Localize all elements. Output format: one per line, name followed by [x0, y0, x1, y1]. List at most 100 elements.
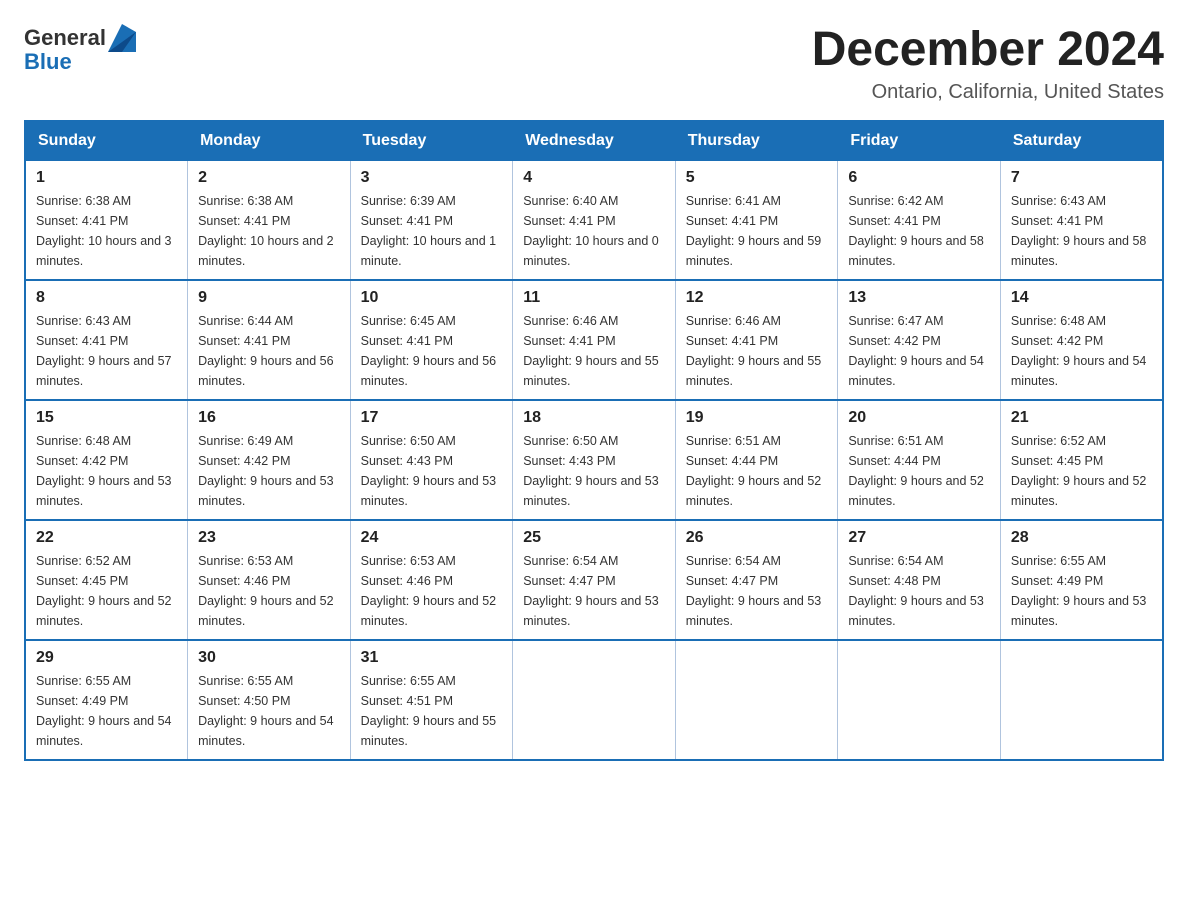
day-number: 16 [198, 409, 340, 427]
calendar-cell: 4 Sunrise: 6:40 AM Sunset: 4:41 PM Dayli… [513, 160, 676, 280]
calendar-week-row-5: 29 Sunrise: 6:55 AM Sunset: 4:49 PM Dayl… [25, 640, 1163, 760]
sunrise-label: Sunrise: 6:38 AM [36, 194, 131, 208]
day-info: Sunrise: 6:44 AM Sunset: 4:41 PM Dayligh… [198, 311, 340, 391]
calendar-cell: 10 Sunrise: 6:45 AM Sunset: 4:41 PM Dayl… [350, 280, 513, 400]
day-info: Sunrise: 6:51 AM Sunset: 4:44 PM Dayligh… [848, 431, 990, 511]
daylight-label: Daylight: 9 hours and 53 minutes. [361, 474, 497, 508]
day-info: Sunrise: 6:52 AM Sunset: 4:45 PM Dayligh… [1011, 431, 1152, 511]
sunset-label: Sunset: 4:51 PM [361, 694, 453, 708]
sunrise-label: Sunrise: 6:53 AM [361, 554, 456, 568]
daylight-label: Daylight: 10 hours and 3 minutes. [36, 234, 172, 268]
page-header: General Blue December 2024 Ontario, Cali… [24, 24, 1164, 104]
sunset-label: Sunset: 4:41 PM [36, 214, 128, 228]
sunset-label: Sunset: 4:43 PM [361, 454, 453, 468]
sunrise-label: Sunrise: 6:50 AM [361, 434, 456, 448]
sunset-label: Sunset: 4:41 PM [686, 214, 778, 228]
sunrise-label: Sunrise: 6:54 AM [848, 554, 943, 568]
calendar-cell: 24 Sunrise: 6:53 AM Sunset: 4:46 PM Dayl… [350, 520, 513, 640]
day-info: Sunrise: 6:50 AM Sunset: 4:43 PM Dayligh… [361, 431, 503, 511]
daylight-label: Daylight: 9 hours and 56 minutes. [198, 354, 334, 388]
calendar-cell [838, 640, 1001, 760]
sunrise-label: Sunrise: 6:52 AM [1011, 434, 1106, 448]
calendar-cell: 23 Sunrise: 6:53 AM Sunset: 4:46 PM Dayl… [188, 520, 351, 640]
day-info: Sunrise: 6:53 AM Sunset: 4:46 PM Dayligh… [198, 551, 340, 631]
day-number: 22 [36, 529, 177, 547]
day-number: 1 [36, 169, 177, 187]
daylight-label: Daylight: 9 hours and 54 minutes. [36, 714, 172, 748]
daylight-label: Daylight: 9 hours and 53 minutes. [198, 474, 334, 508]
sunrise-label: Sunrise: 6:48 AM [1011, 314, 1106, 328]
calendar-cell: 16 Sunrise: 6:49 AM Sunset: 4:42 PM Dayl… [188, 400, 351, 520]
calendar-cell: 9 Sunrise: 6:44 AM Sunset: 4:41 PM Dayli… [188, 280, 351, 400]
sunrise-label: Sunrise: 6:55 AM [198, 674, 293, 688]
daylight-label: Daylight: 10 hours and 1 minute. [361, 234, 497, 268]
sunrise-label: Sunrise: 6:55 AM [1011, 554, 1106, 568]
sunset-label: Sunset: 4:45 PM [36, 574, 128, 588]
sunset-label: Sunset: 4:45 PM [1011, 454, 1103, 468]
daylight-label: Daylight: 9 hours and 53 minutes. [523, 474, 659, 508]
daylight-label: Daylight: 9 hours and 57 minutes. [36, 354, 172, 388]
sunrise-label: Sunrise: 6:54 AM [686, 554, 781, 568]
sunset-label: Sunset: 4:49 PM [36, 694, 128, 708]
sunrise-label: Sunrise: 6:50 AM [523, 434, 618, 448]
sunrise-label: Sunrise: 6:44 AM [198, 314, 293, 328]
calendar-cell: 25 Sunrise: 6:54 AM Sunset: 4:47 PM Dayl… [513, 520, 676, 640]
day-number: 14 [1011, 289, 1152, 307]
sunset-label: Sunset: 4:44 PM [686, 454, 778, 468]
day-info: Sunrise: 6:38 AM Sunset: 4:41 PM Dayligh… [198, 191, 340, 271]
day-number: 8 [36, 289, 177, 307]
calendar-table: Sunday Monday Tuesday Wednesday Thursday… [24, 120, 1164, 761]
calendar-week-row-1: 1 Sunrise: 6:38 AM Sunset: 4:41 PM Dayli… [25, 160, 1163, 280]
sunrise-label: Sunrise: 6:47 AM [848, 314, 943, 328]
sunset-label: Sunset: 4:41 PM [198, 334, 290, 348]
calendar-cell [675, 640, 838, 760]
day-number: 20 [848, 409, 990, 427]
sunset-label: Sunset: 4:46 PM [198, 574, 290, 588]
sunset-label: Sunset: 4:43 PM [523, 454, 615, 468]
daylight-label: Daylight: 9 hours and 53 minutes. [523, 594, 659, 628]
sunset-label: Sunset: 4:50 PM [198, 694, 290, 708]
header-tuesday: Tuesday [350, 121, 513, 161]
sunrise-label: Sunrise: 6:48 AM [36, 434, 131, 448]
daylight-label: Daylight: 9 hours and 54 minutes. [1011, 354, 1147, 388]
day-info: Sunrise: 6:53 AM Sunset: 4:46 PM Dayligh… [361, 551, 503, 631]
sunset-label: Sunset: 4:46 PM [361, 574, 453, 588]
day-number: 9 [198, 289, 340, 307]
location-subtitle: Ontario, California, United States [812, 81, 1164, 104]
sunrise-label: Sunrise: 6:54 AM [523, 554, 618, 568]
day-number: 12 [686, 289, 828, 307]
daylight-label: Daylight: 9 hours and 54 minutes. [198, 714, 334, 748]
day-number: 17 [361, 409, 503, 427]
daylight-label: Daylight: 9 hours and 55 minutes. [523, 354, 659, 388]
daylight-label: Daylight: 10 hours and 2 minutes. [198, 234, 334, 268]
daylight-label: Daylight: 9 hours and 58 minutes. [1011, 234, 1147, 268]
sunset-label: Sunset: 4:41 PM [686, 334, 778, 348]
day-info: Sunrise: 6:41 AM Sunset: 4:41 PM Dayligh… [686, 191, 828, 271]
sunset-label: Sunset: 4:42 PM [848, 334, 940, 348]
calendar-cell [1000, 640, 1163, 760]
day-number: 30 [198, 649, 340, 667]
calendar-cell: 5 Sunrise: 6:41 AM Sunset: 4:41 PM Dayli… [675, 160, 838, 280]
daylight-label: Daylight: 9 hours and 53 minutes. [848, 594, 984, 628]
sunrise-label: Sunrise: 6:43 AM [36, 314, 131, 328]
calendar-cell: 26 Sunrise: 6:54 AM Sunset: 4:47 PM Dayl… [675, 520, 838, 640]
daylight-label: Daylight: 9 hours and 53 minutes. [36, 474, 172, 508]
sunrise-label: Sunrise: 6:51 AM [848, 434, 943, 448]
calendar-week-row-2: 8 Sunrise: 6:43 AM Sunset: 4:41 PM Dayli… [25, 280, 1163, 400]
daylight-label: Daylight: 9 hours and 53 minutes. [1011, 594, 1147, 628]
sunset-label: Sunset: 4:47 PM [686, 574, 778, 588]
calendar-cell: 21 Sunrise: 6:52 AM Sunset: 4:45 PM Dayl… [1000, 400, 1163, 520]
logo-text-general: General [24, 26, 106, 50]
daylight-label: Daylight: 9 hours and 59 minutes. [686, 234, 822, 268]
sunrise-label: Sunrise: 6:43 AM [1011, 194, 1106, 208]
day-number: 3 [361, 169, 503, 187]
daylight-label: Daylight: 9 hours and 55 minutes. [361, 714, 497, 748]
month-year-title: December 2024 [812, 24, 1164, 77]
day-number: 29 [36, 649, 177, 667]
calendar-cell: 13 Sunrise: 6:47 AM Sunset: 4:42 PM Dayl… [838, 280, 1001, 400]
calendar-cell: 18 Sunrise: 6:50 AM Sunset: 4:43 PM Dayl… [513, 400, 676, 520]
daylight-label: Daylight: 9 hours and 52 minutes. [361, 594, 497, 628]
day-info: Sunrise: 6:55 AM Sunset: 4:50 PM Dayligh… [198, 671, 340, 751]
calendar-cell: 2 Sunrise: 6:38 AM Sunset: 4:41 PM Dayli… [188, 160, 351, 280]
day-info: Sunrise: 6:48 AM Sunset: 4:42 PM Dayligh… [1011, 311, 1152, 391]
